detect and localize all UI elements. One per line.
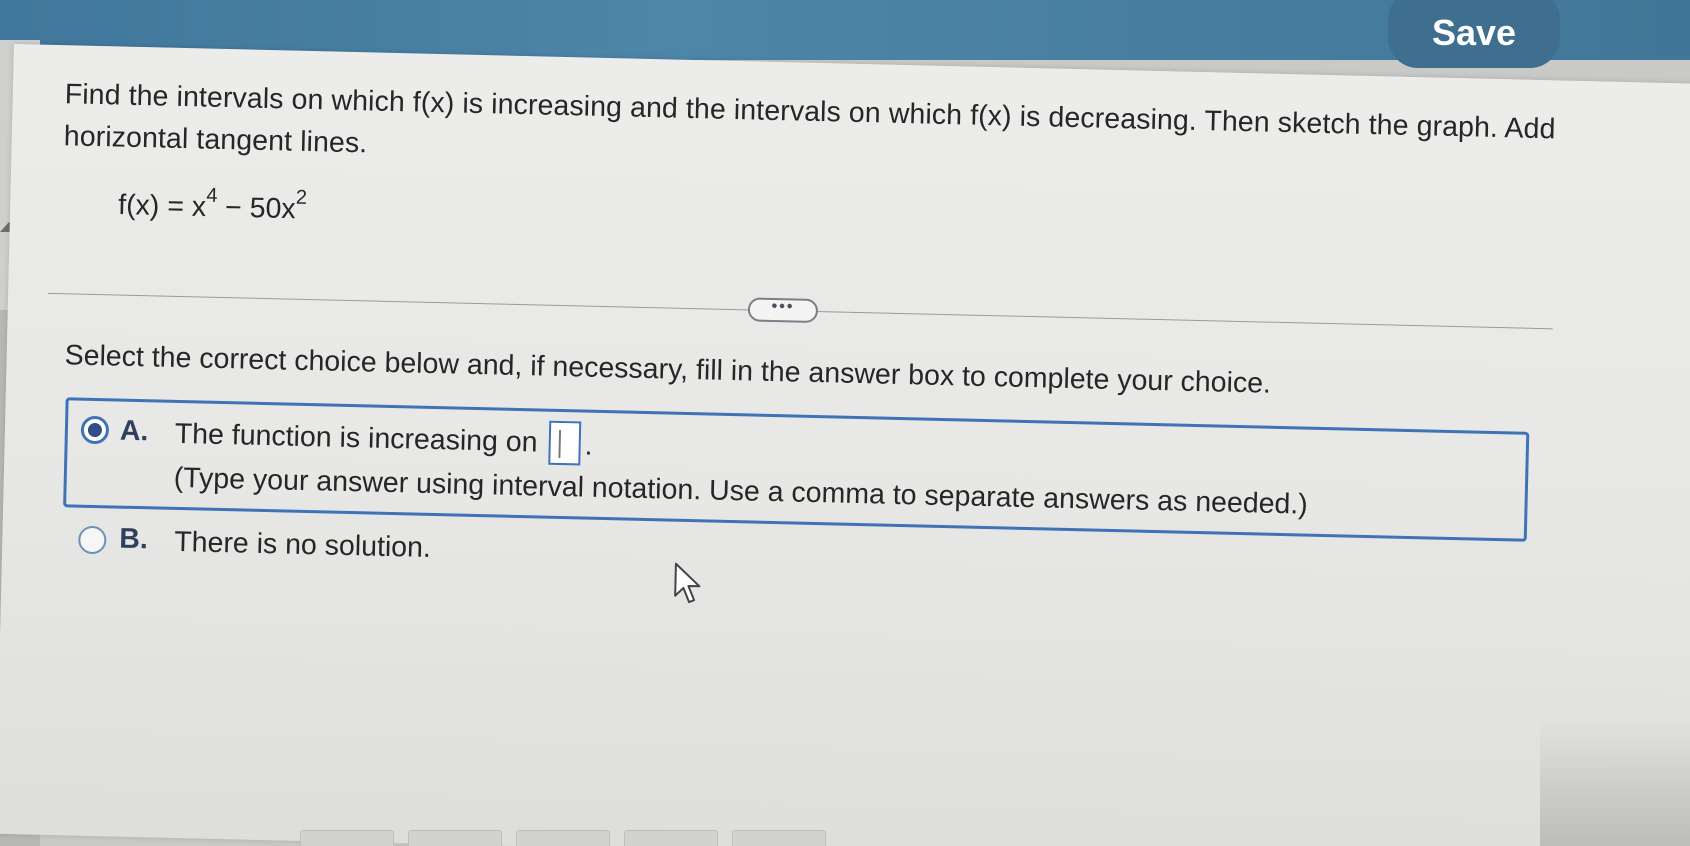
cursor-arrow-icon: [673, 562, 704, 612]
formula-base: f(x) = x: [117, 189, 207, 224]
choice-a-suffix: .: [584, 429, 593, 462]
question-panel: Find the intervals on which f(x) is incr…: [0, 44, 1690, 846]
bottom-tab[interactable]: [408, 830, 502, 846]
bottom-tab-strip: [300, 830, 900, 846]
bottom-tab[interactable]: [300, 830, 394, 846]
choice-b-letter: B.: [118, 522, 149, 556]
bottom-tab[interactable]: [732, 830, 826, 846]
instruction-text: Select the correct choice below and, if …: [64, 339, 1272, 400]
more-options-button[interactable]: •••: [747, 297, 819, 324]
formula-exponent-2: 2: [295, 186, 308, 209]
choice-b-radio[interactable]: [78, 525, 107, 555]
save-button[interactable]: Save: [1388, 0, 1560, 68]
choice-b-text[interactable]: There is no solution.: [174, 526, 431, 565]
screen: Find the intervals on which f(x) is incr…: [0, 0, 1690, 846]
bottom-tab[interactable]: [516, 830, 610, 846]
answer-input-box[interactable]: [548, 420, 582, 466]
function-formula: f(x) = x4 − 50x2: [117, 184, 308, 227]
right-edge-shadow: [1540, 720, 1690, 846]
formula-middle: − 50x: [216, 191, 297, 226]
text-caret: [558, 429, 562, 458]
choice-a-letter: A.: [119, 414, 149, 448]
radio-selected-dot: [87, 422, 103, 438]
formula-exponent-4: 4: [206, 184, 218, 207]
question-prompt: Find the intervals on which f(x) is incr…: [63, 78, 1556, 160]
bottom-tab[interactable]: [624, 830, 718, 846]
